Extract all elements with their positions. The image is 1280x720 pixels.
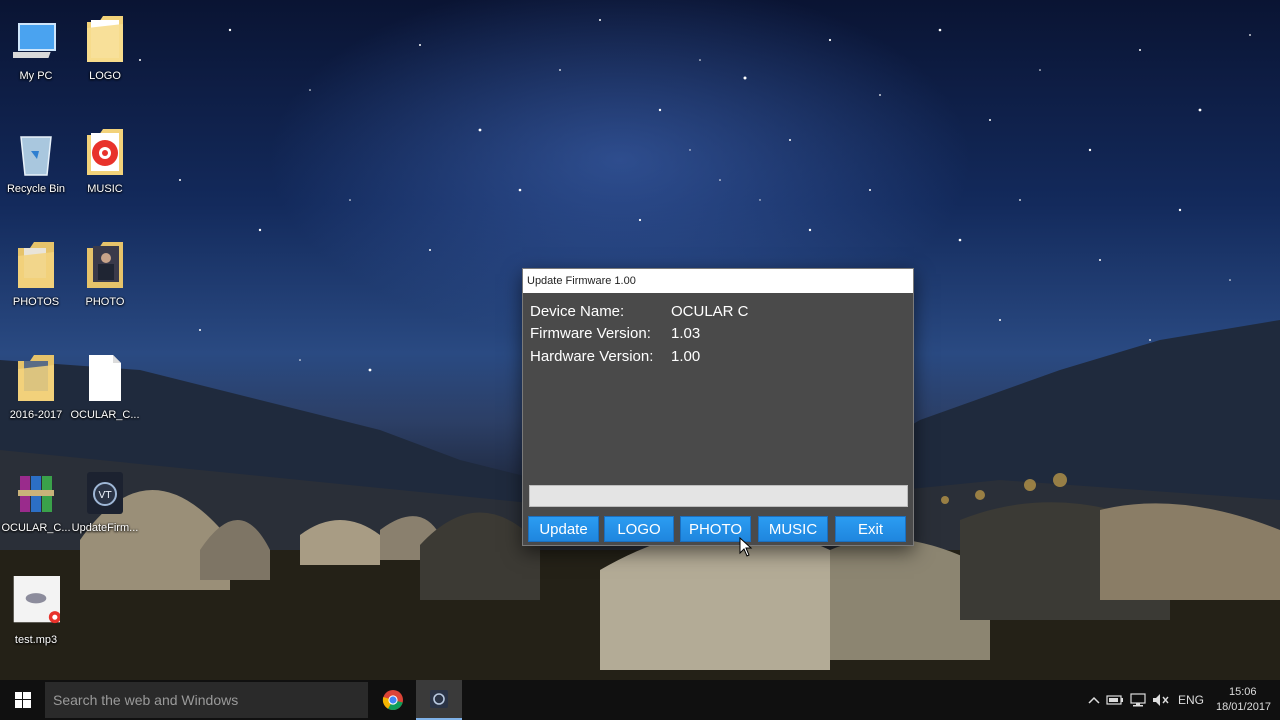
desktop-icon-label: My PC — [19, 70, 53, 82]
folder-icon — [81, 12, 129, 64]
desktop-icon-label: OCULAR_C... — [1, 522, 71, 534]
update-button[interactable]: Update — [528, 516, 599, 542]
desktop-icon-label: OCULAR_C... — [70, 409, 140, 421]
battery-icon[interactable] — [1106, 691, 1124, 709]
update-firmware-dialog: Update Firmware 1.00 Device Name: OCULAR… — [522, 268, 914, 546]
desktop-icon-ocular-file[interactable]: OCULAR_C... — [69, 351, 141, 451]
desktop-icon-logo[interactable]: LOGO — [69, 12, 141, 112]
desktop-icon-label: test.mp3 — [14, 634, 58, 646]
desktop-icon-photo[interactable]: PHOTO — [69, 238, 141, 338]
taskbar-chrome[interactable] — [370, 680, 416, 720]
file-icon — [81, 351, 129, 403]
hardware-version-value: 1.00 — [671, 348, 701, 365]
clock-date[interactable]: 18/01/2017 — [1216, 701, 1271, 713]
logo-button[interactable]: LOGO — [604, 516, 674, 542]
device-name-value: OCULAR C — [671, 303, 749, 320]
svg-text:VT: VT — [99, 490, 113, 501]
desktop-icon-label: Recycle Bin — [6, 183, 66, 195]
mouse-cursor-icon — [739, 537, 753, 557]
firmware-version-label: Firmware Version: — [530, 325, 651, 342]
desktop-icon-music[interactable]: MUSIC — [69, 125, 141, 225]
desktop-icon-update-firmware[interactable]: VT UpdateFirm... — [69, 464, 141, 564]
folder-icon — [12, 238, 60, 290]
desktop-icon-my-pc[interactable]: My PC — [0, 12, 72, 112]
network-icon[interactable] — [1129, 691, 1147, 709]
desktop-icon-2016-2017[interactable]: 2016-2017 — [0, 351, 72, 451]
music-folder-icon — [81, 125, 129, 177]
computer-icon — [12, 12, 60, 64]
show-hidden-icons-chevron-up-icon[interactable] — [1085, 691, 1103, 709]
exit-button[interactable]: Exit — [835, 516, 906, 542]
start-button[interactable] — [0, 680, 45, 720]
desktop-icon-label: PHOTO — [85, 296, 125, 308]
update-progress-bar — [529, 485, 908, 507]
language-indicator[interactable]: ENG — [1178, 693, 1204, 707]
device-name-label: Device Name: — [530, 303, 625, 320]
photo-folder-icon — [81, 238, 129, 290]
archive-icon — [12, 464, 60, 516]
recycle-bin-icon — [12, 125, 60, 177]
dialog-title: Update Firmware 1.00 — [523, 269, 913, 293]
desktop-icon-label: 2016-2017 — [9, 409, 63, 421]
clock-time[interactable]: 15:06 — [1229, 686, 1257, 698]
chrome-icon — [382, 690, 403, 711]
desktop-icon-recycle-bin[interactable]: Recycle Bin — [0, 125, 72, 225]
taskbar-update-firmware[interactable] — [416, 680, 462, 720]
firmware-version-value: 1.03 — [671, 325, 701, 342]
hardware-version-label: Hardware Version: — [530, 348, 654, 365]
music-button[interactable]: MUSIC — [758, 516, 828, 542]
volume-muted-icon[interactable] — [1152, 691, 1170, 709]
desktop-icon-test-mp3[interactable]: test.mp3 — [0, 576, 72, 676]
update-firmware-app-icon — [430, 690, 448, 708]
desktop-icon-label: MUSIC — [87, 183, 123, 195]
desktop-icon-photos[interactable]: PHOTOS — [0, 238, 72, 338]
desktop-icon-ocular-archive[interactable]: OCULAR_C... — [0, 464, 72, 564]
folder-icon — [12, 351, 60, 403]
desktop-icon-label: LOGO — [89, 70, 121, 82]
taskbar: Search the web and Windows ENG 15:06 18/… — [0, 680, 1280, 720]
mp3-file-icon — [12, 576, 60, 628]
desktop-icon-label: PHOTOS — [12, 296, 60, 308]
app-icon: VT — [81, 464, 129, 516]
taskbar-search-input[interactable]: Search the web and Windows — [45, 682, 368, 718]
desktop-icon-label: UpdateFirm... — [71, 522, 139, 534]
windows-logo-icon — [14, 692, 31, 708]
